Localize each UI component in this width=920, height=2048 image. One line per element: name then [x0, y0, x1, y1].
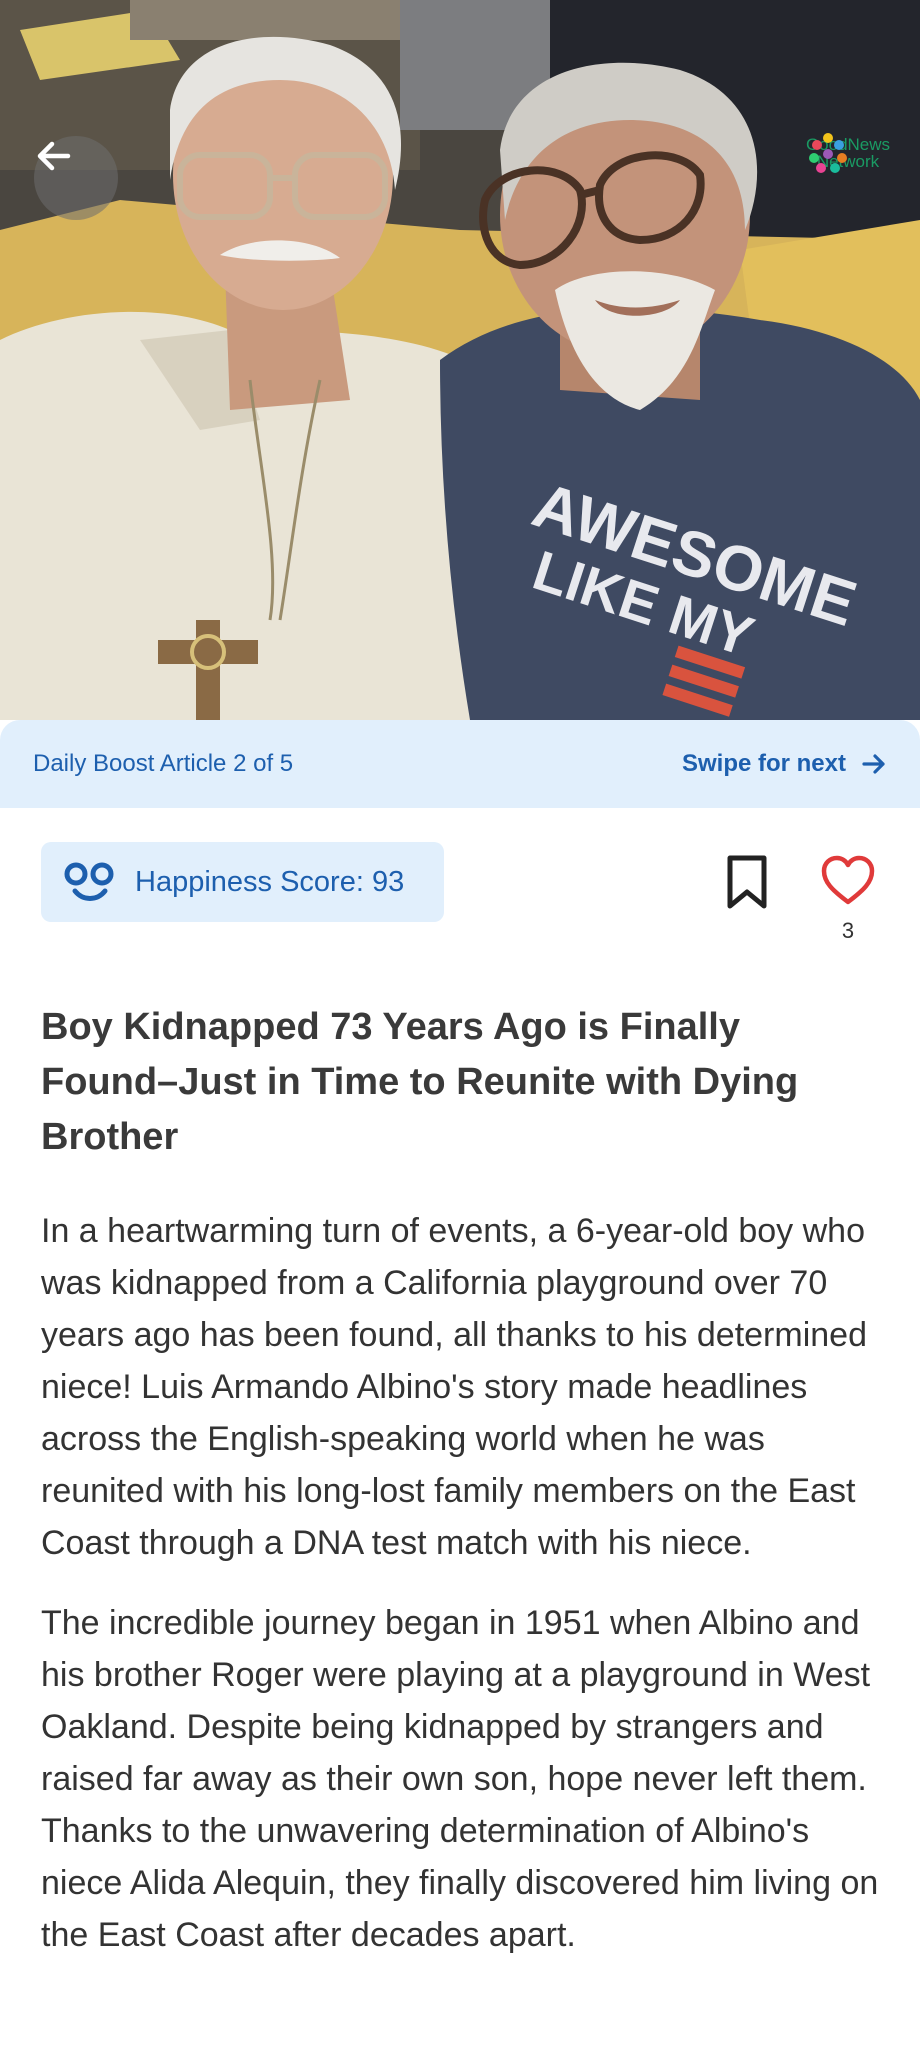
watermark-logo: GoodNews Network	[800, 132, 896, 222]
swipe-next-button[interactable]: Swipe for next	[682, 750, 888, 778]
article-headline: Boy Kidnapped 73 Years Ago is Finally Fo…	[41, 1006, 799, 1158]
back-button[interactable]	[34, 136, 118, 220]
article-position-label: Daily Boost Article 2 of 5	[33, 750, 294, 777]
swipe-next-label: Swipe for next	[681, 750, 846, 777]
happiness-score-label: Happiness Score: 93	[135, 865, 405, 898]
article-paragraph-2: The incredible journey began in 1951 whe…	[41, 1604, 879, 1954]
bookmark-button[interactable]	[722, 854, 772, 910]
daily-boost-banner: Daily Boost Article 2 of 5 Swipe for nex…	[0, 720, 920, 808]
happiness-score-badge: Happiness Score: 93	[41, 842, 444, 922]
photo-icon: AWESOME LIKE MY	[0, 0, 920, 720]
heart-icon	[821, 855, 875, 905]
like-count: 3	[841, 918, 855, 943]
article-screen: AWESOME LIKE MY GoodNews Network Daily B…	[0, 0, 920, 2048]
hero-photo: AWESOME LIKE MY GoodNews Network	[0, 0, 920, 720]
arrow-left-icon	[37, 141, 71, 171]
article-paragraph-1: In a heartwarming turn of events, a 6-ye…	[41, 1212, 867, 1562]
bookmark-icon	[727, 855, 767, 909]
arrow-right-icon	[862, 754, 885, 774]
like-button[interactable]	[820, 854, 876, 908]
flower-logo-icon	[809, 133, 847, 173]
smiley-icon	[64, 862, 114, 901]
article-body: Boy Kidnapped 73 Years Ago is Finally Fo…	[41, 1000, 881, 1989]
